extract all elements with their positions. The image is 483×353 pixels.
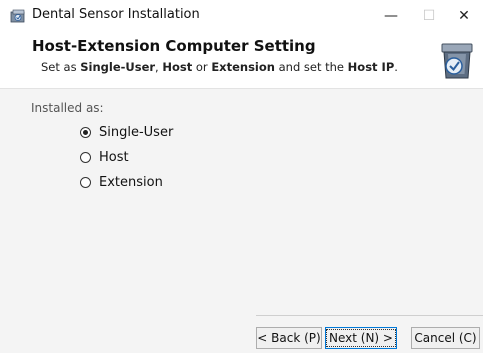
installed-as-label: Installed as: bbox=[31, 101, 104, 115]
radio-extension[interactable]: Extension bbox=[80, 173, 163, 191]
radio-single-user[interactable]: Single-User bbox=[80, 123, 173, 141]
next-button[interactable]: Next (N) > bbox=[325, 327, 397, 349]
page-subtitle: Set as Single-User, Host or Extension an… bbox=[41, 60, 398, 74]
close-icon: ✕ bbox=[458, 8, 470, 24]
title-bar: Dental Sensor Installation — ☐ ✕ bbox=[0, 0, 483, 32]
cancel-button[interactable]: Cancel (C) bbox=[411, 327, 480, 349]
maximize-icon: ☐ bbox=[422, 8, 436, 24]
installer-app-icon bbox=[10, 9, 25, 23]
radio-host-indicator[interactable] bbox=[80, 151, 91, 163]
maximize-button[interactable]: ☐ bbox=[410, 0, 448, 32]
minimize-icon: — bbox=[384, 8, 398, 24]
content-panel: Installed as: Single-User Host Extension… bbox=[0, 89, 483, 353]
installer-box-icon bbox=[441, 43, 473, 79]
radio-extension-indicator[interactable] bbox=[80, 176, 91, 188]
radio-single-user-label: Single-User bbox=[99, 124, 174, 140]
page-title: Host-Extension Computer Setting bbox=[32, 37, 316, 55]
window-title: Dental Sensor Installation bbox=[32, 7, 200, 22]
close-button[interactable]: ✕ bbox=[445, 0, 483, 32]
radio-host[interactable]: Host bbox=[80, 148, 129, 166]
radio-host-label: Host bbox=[99, 149, 129, 165]
minimize-button[interactable]: — bbox=[372, 0, 410, 32]
radio-extension-label: Extension bbox=[99, 174, 163, 190]
radio-single-user-indicator[interactable] bbox=[80, 126, 91, 138]
button-area-divider bbox=[256, 315, 483, 316]
next-button-label: Next (N) > bbox=[326, 329, 396, 347]
back-button[interactable]: < Back (P) bbox=[256, 327, 322, 349]
